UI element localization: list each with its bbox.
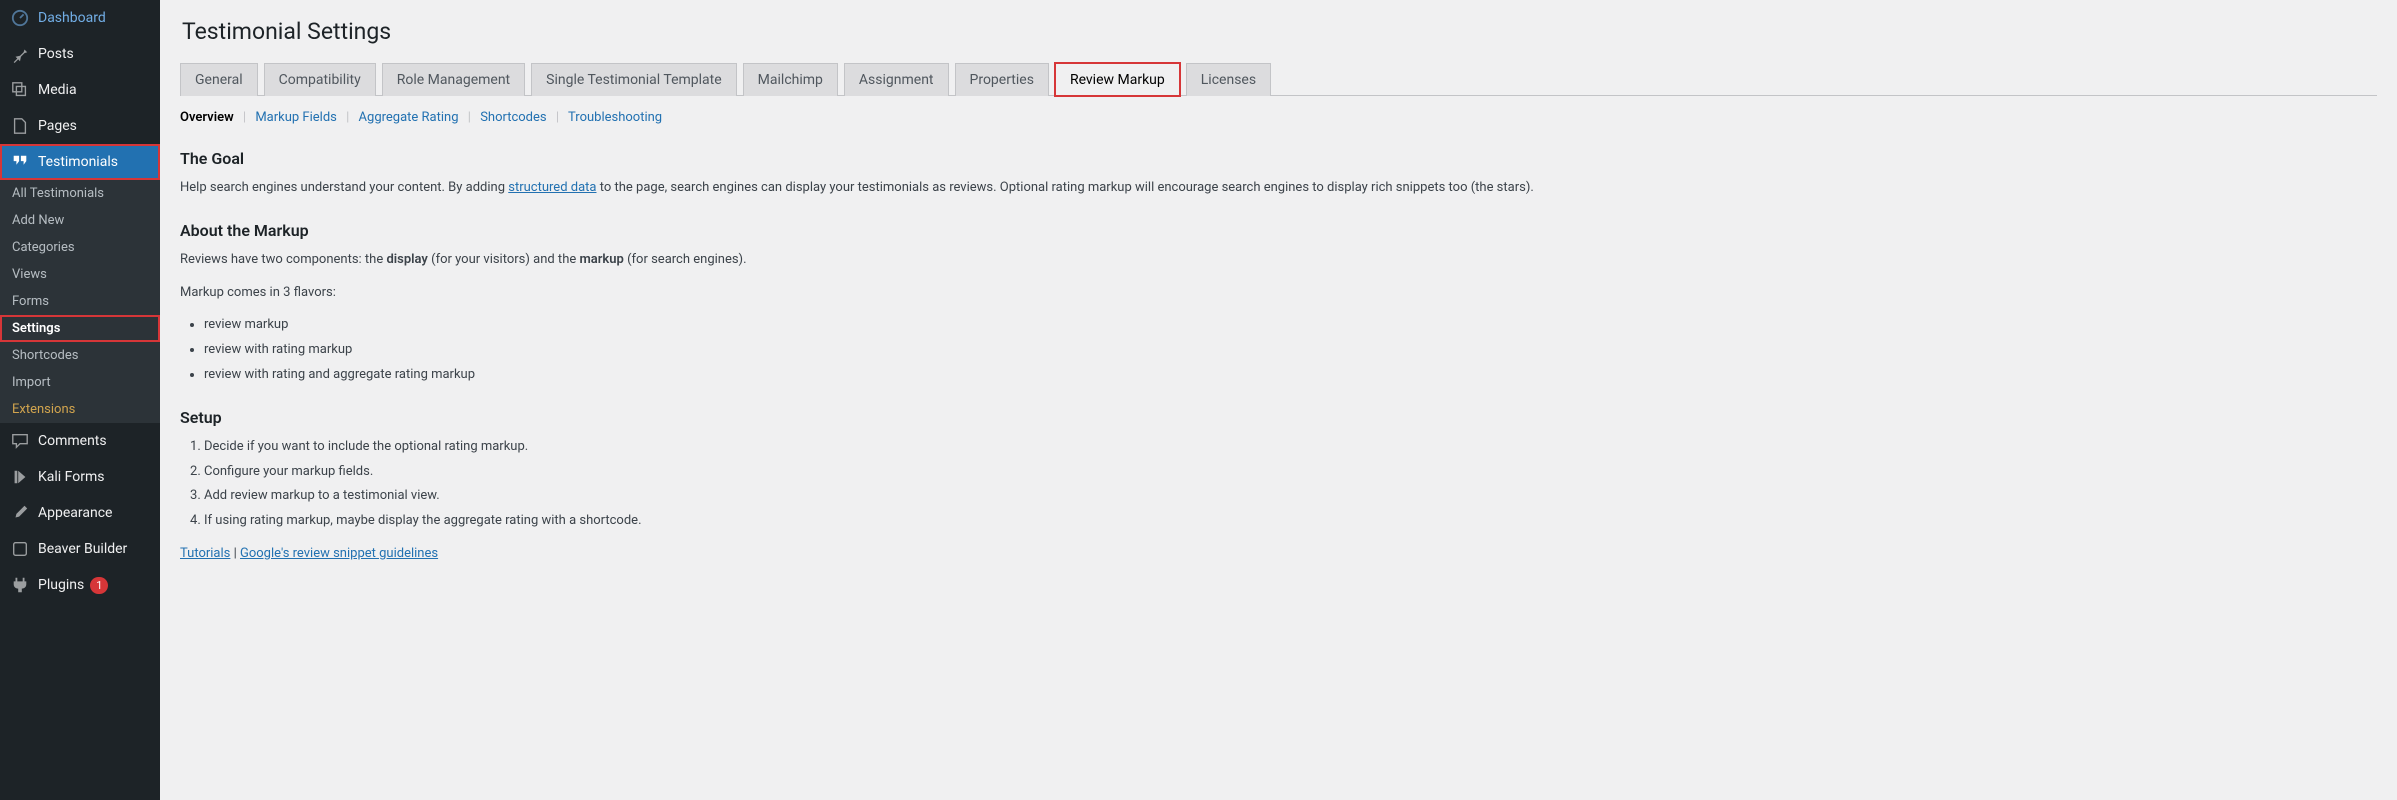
menu-dashboard[interactable]: Dashboard — [0, 0, 160, 36]
menu-plugins[interactable]: Plugins 1 — [0, 567, 160, 603]
pin-icon — [10, 44, 30, 64]
text: to the page, search engines can display … — [597, 180, 1534, 195]
submenu-import[interactable]: Import — [0, 369, 160, 396]
tab-role-management[interactable]: Role Management — [382, 63, 525, 96]
about-paragraph-2: Markup comes in 3 flavors: — [180, 283, 2377, 304]
submenu-settings[interactable]: Settings — [0, 315, 160, 342]
text-bold: display — [386, 252, 427, 267]
text-bold: markup — [579, 252, 623, 267]
text: Help search engines understand your cont… — [180, 180, 508, 195]
list-item: Add review markup to a testimonial view. — [204, 486, 2377, 507]
tab-compatibility[interactable]: Compatibility — [264, 63, 376, 96]
page-title: Testimonial Settings — [182, 18, 2377, 45]
brush-icon — [10, 503, 30, 523]
menu-label: Comments — [38, 433, 107, 449]
menu-label: Plugins — [38, 577, 84, 593]
page-icon — [10, 116, 30, 136]
menu-kaliforms[interactable]: Kali Forms — [0, 459, 160, 495]
comment-icon — [10, 431, 30, 451]
list-item: review with rating and aggregate rating … — [204, 365, 2377, 386]
tab-general[interactable]: General — [180, 63, 258, 96]
menu-comments[interactable]: Comments — [0, 423, 160, 459]
submenu-addnew[interactable]: Add New — [0, 207, 160, 234]
subnav-shortcodes[interactable]: Shortcodes — [480, 110, 546, 125]
media-icon — [10, 80, 30, 100]
tab-properties[interactable]: Properties — [955, 63, 1049, 96]
heading-setup: Setup — [180, 408, 2377, 427]
submenu-extensions[interactable]: Extensions — [0, 396, 160, 423]
setup-steps: Decide if you want to include the option… — [204, 437, 2377, 532]
menu-label: Pages — [38, 118, 77, 134]
plugins-badge: 1 — [90, 577, 108, 594]
menu-appearance[interactable]: Appearance — [0, 495, 160, 531]
tab-single-template[interactable]: Single Testimonial Template — [531, 63, 737, 96]
text: (for your visitors) and the — [428, 252, 580, 267]
subnav-markup-fields[interactable]: Markup Fields — [255, 110, 337, 125]
beaver-icon — [10, 539, 30, 559]
subnav-troubleshooting[interactable]: Troubleshooting — [568, 110, 662, 125]
text: Reviews have two components: the — [180, 252, 386, 267]
menu-label: Dashboard — [38, 10, 106, 26]
menu-testimonials[interactable]: Testimonials — [0, 144, 160, 180]
admin-sidebar: Dashboard Posts Media Pages Testimonials… — [0, 0, 160, 800]
quote-icon — [10, 152, 30, 172]
separator: | — [556, 110, 559, 125]
separator: | — [243, 110, 246, 125]
separator: | — [468, 110, 471, 125]
menu-media[interactable]: Media — [0, 72, 160, 108]
submenu-categories[interactable]: Categories — [0, 234, 160, 261]
submenu-forms[interactable]: Forms — [0, 288, 160, 315]
structured-data-link[interactable]: structured data — [508, 180, 596, 195]
tab-licenses[interactable]: Licenses — [1186, 63, 1271, 96]
dashboard-icon — [10, 8, 30, 28]
list-item: Decide if you want to include the option… — [204, 437, 2377, 458]
menu-posts[interactable]: Posts — [0, 36, 160, 72]
menu-pages[interactable]: Pages — [0, 108, 160, 144]
menu-beaver[interactable]: Beaver Builder — [0, 531, 160, 567]
kaliforms-icon — [10, 467, 30, 487]
list-item: review with rating markup — [204, 340, 2377, 361]
submenu-views[interactable]: Views — [0, 261, 160, 288]
separator: | — [230, 546, 240, 561]
flavors-list: review markup review with rating markup … — [204, 315, 2377, 385]
subnav-aggregate-rating[interactable]: Aggregate Rating — [359, 110, 459, 125]
list-item: review markup — [204, 315, 2377, 336]
submenu-shortcodes[interactable]: Shortcodes — [0, 342, 160, 369]
menu-label: Testimonials — [38, 154, 118, 170]
menu-label: Media — [38, 82, 77, 98]
settings-tabs: General Compatibility Role Management Si… — [180, 63, 2377, 96]
footer-links: Tutorials | Google's review snippet guid… — [180, 546, 2377, 561]
submenu-all[interactable]: All Testimonials — [0, 180, 160, 207]
about-paragraph-1: Reviews have two components: the display… — [180, 250, 2377, 271]
tab-assignment[interactable]: Assignment — [844, 63, 949, 96]
submenu-testimonials: All Testimonials Add New Categories View… — [0, 180, 160, 423]
goal-paragraph: Help search engines understand your cont… — [180, 178, 2377, 199]
menu-label: Posts — [38, 46, 74, 62]
list-item: Configure your markup fields. — [204, 462, 2377, 483]
menu-label: Appearance — [38, 505, 112, 521]
subnav-overview[interactable]: Overview — [180, 110, 234, 125]
tab-review-markup[interactable]: Review Markup — [1055, 63, 1180, 96]
google-guidelines-link[interactable]: Google's review snippet guidelines — [240, 546, 438, 561]
heading-about: About the Markup — [180, 221, 2377, 240]
tab-mailchimp[interactable]: Mailchimp — [743, 63, 838, 96]
main-content: Testimonial Settings General Compatibili… — [160, 0, 2397, 800]
menu-label: Beaver Builder — [38, 541, 127, 557]
tutorials-link[interactable]: Tutorials — [180, 546, 230, 561]
separator: | — [346, 110, 349, 125]
list-item: If using rating markup, maybe display th… — [204, 511, 2377, 532]
subnav: Overview | Markup Fields | Aggregate Rat… — [180, 110, 2377, 125]
plugin-icon — [10, 575, 30, 595]
menu-label: Kali Forms — [38, 469, 105, 485]
text: (for search engines). — [624, 252, 747, 267]
heading-goal: The Goal — [180, 149, 2377, 168]
